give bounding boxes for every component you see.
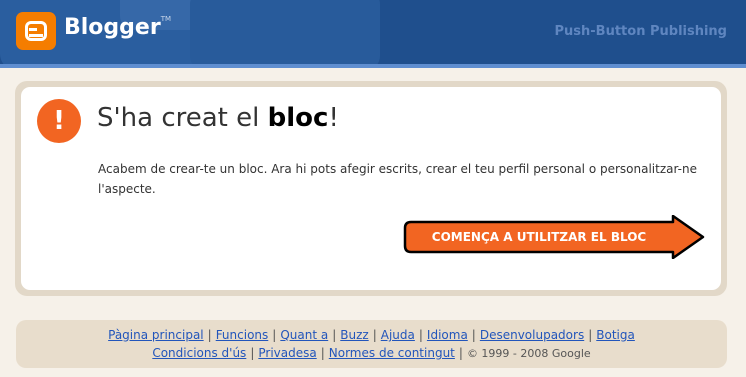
title-emphasis: bloc (267, 103, 329, 133)
trademark-mark: TM (160, 15, 172, 23)
alert-icon: ! (37, 99, 81, 143)
start-blogging-label: COMENÇA A UTILITZAR EL BLOC (431, 230, 647, 244)
blogger-logo-icon[interactable] (16, 12, 56, 50)
footer: Pàgina principal | Funcions | Quant a | Buzz | A… (16, 320, 727, 368)
title-suffix: ! (328, 103, 339, 133)
copyright: © 1999 - 2008 Google (466, 347, 591, 360)
footer-link-store[interactable]: Botiga (596, 328, 635, 342)
footer-link-about[interactable]: Quant a (280, 328, 328, 342)
page-title: S'ha creat el bloc! (97, 103, 339, 133)
title-text: S'ha creat el (97, 103, 268, 133)
start-blogging-button[interactable]: COMENÇA A UTILITZAR EL BLOC (403, 215, 705, 259)
footer-link-features[interactable]: Funcions (216, 328, 269, 342)
notice-card: ! S'ha creat el bloc! Acabem de crear-te… (21, 87, 721, 290)
footer-link-privacy[interactable]: Privadesa (258, 346, 316, 360)
header-divider (0, 64, 746, 68)
footer-link-home[interactable]: Pàgina principal (108, 328, 204, 342)
header-bar: BloggerTM Push-Button Publishing (0, 0, 746, 64)
footer-link-help[interactable]: Ajuda (381, 328, 415, 342)
notice-card-frame: ! S'ha creat el bloc! Acabem de crear-te… (15, 81, 727, 296)
notice-message: Acabem de crear-te un bloc. Ara hi pots … (98, 162, 697, 196)
footer-link-language[interactable]: Idioma (427, 328, 468, 342)
footer-link-developers[interactable]: Desenvolupadors (480, 328, 584, 342)
blogger-logo-text[interactable]: BloggerTM (64, 15, 171, 40)
logo-wordmark: Blogger (64, 15, 161, 40)
footer-link-buzz[interactable]: Buzz (340, 328, 368, 342)
footer-link-terms[interactable]: Condicions d'ús (152, 346, 246, 360)
footer-links-row: Condicions d'ús | Privadesa | Normes de cont… (152, 346, 591, 360)
tagline: Push-Button Publishing (554, 24, 728, 39)
footer-links-row: Pàgina principal | Funcions | Quant a | Buzz | A… (108, 328, 635, 342)
footer-link-content-policy[interactable]: Normes de contingut (329, 346, 455, 360)
header-decoration (190, 0, 380, 64)
